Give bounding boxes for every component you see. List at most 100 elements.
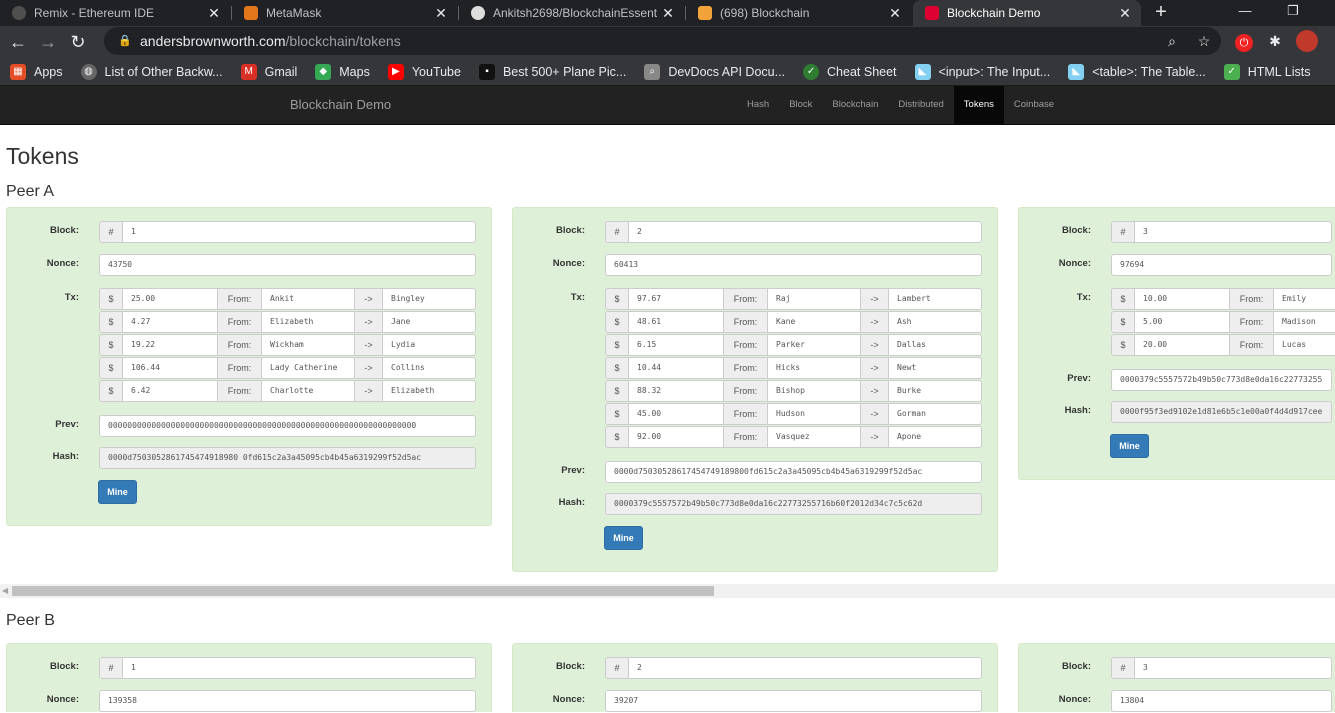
nav-hash[interactable]: Hash — [737, 86, 779, 124]
bookmark-apps[interactable]: ▦ Apps — [10, 63, 63, 80]
tx-amount-input[interactable]: 20.00 — [1134, 334, 1230, 356]
nonce-input[interactable]: 139358 — [99, 690, 476, 712]
tx-amount-input[interactable]: 10.00 — [1134, 288, 1230, 310]
extensions-puzzle-icon[interactable]: ✱ — [1262, 28, 1288, 54]
tx-amount-input[interactable]: 48.61 — [628, 311, 724, 333]
nonce-input[interactable]: 43750 — [99, 254, 476, 276]
tx-amount-input[interactable]: 6.42 — [122, 380, 218, 402]
tx-from-input[interactable]: Kane — [767, 311, 861, 333]
tx-from-input[interactable]: Hudson — [767, 403, 861, 425]
bookmark-youtube[interactable]: ▶ YouTube — [387, 63, 461, 80]
tx-amount-input[interactable]: 10.44 — [628, 357, 724, 379]
back-arrow-icon[interactable]: ← — [3, 27, 33, 57]
nonce-input[interactable]: 97694 — [1111, 254, 1332, 276]
tx-from-input[interactable]: Madison — [1273, 311, 1335, 333]
tx-to-input[interactable]: Newt — [888, 357, 982, 379]
close-icon[interactable]: ✕ — [1117, 5, 1133, 22]
profile-avatar[interactable] — [1294, 28, 1320, 54]
close-icon[interactable]: ✕ — [206, 5, 222, 22]
tx-amount-input[interactable]: 4.27 — [122, 311, 218, 333]
nav-block[interactable]: Block — [779, 86, 822, 124]
address-bar[interactable]: 🔒 andersbrownworth.com/blockchain/tokens… — [104, 27, 1221, 55]
mine-button[interactable]: Mine — [98, 480, 137, 504]
minimize-icon[interactable]: — — [1222, 0, 1268, 26]
adblock-extension-icon[interactable]: ⏻ — [1231, 28, 1257, 54]
browser-tab-github[interactable]: Ankitsh2698/BlockchainEssent ✕ — [459, 0, 684, 26]
bookmark-backwards[interactable]: ◍ List of Other Backw... — [80, 63, 223, 80]
tx-amount-input[interactable]: 92.00 — [628, 426, 724, 448]
nonce-input[interactable]: 39207 — [605, 690, 982, 712]
tx-to-input[interactable]: Bingley — [382, 288, 476, 310]
tx-to-input[interactable]: Lambert — [888, 288, 982, 310]
site-brand[interactable]: Blockchain Demo — [290, 86, 391, 124]
block-number-input[interactable]: 2 — [628, 657, 982, 679]
block-number-input[interactable]: 3 — [1134, 221, 1332, 243]
nonce-input[interactable]: 13804 — [1111, 690, 1332, 712]
bookmark-star-icon[interactable]: ☆ — [1193, 27, 1215, 55]
tx-from-input[interactable]: Elizabeth — [261, 311, 355, 333]
block-number-input[interactable]: 2 — [628, 221, 982, 243]
tx-to-input[interactable]: Gorman — [888, 403, 982, 425]
tx-from-input[interactable]: Ankit — [261, 288, 355, 310]
tx-amount-input[interactable]: 25.00 — [122, 288, 218, 310]
tx-from-input[interactable]: Vasquez — [767, 426, 861, 448]
bookmark-gmail[interactable]: M Gmail — [240, 63, 297, 80]
close-icon[interactable]: ✕ — [660, 5, 676, 22]
tx-from-input[interactable]: Lucas — [1273, 334, 1335, 356]
tx-to-input[interactable]: Elizabeth — [382, 380, 476, 402]
tx-amount-input[interactable]: 45.00 — [628, 403, 724, 425]
bookmark-maps[interactable]: ◆ Maps — [315, 63, 370, 80]
tx-to-input[interactable]: Apone — [888, 426, 982, 448]
browser-tab-blockchain-video[interactable]: (698) Blockchain ✕ — [686, 0, 911, 26]
tx-from-input[interactable]: Hicks — [767, 357, 861, 379]
new-tab-button[interactable]: + — [1152, 0, 1170, 26]
restore-icon[interactable]: ❐ — [1270, 0, 1316, 26]
forward-arrow-icon[interactable]: → — [33, 27, 63, 57]
tx-from-input[interactable]: Parker — [767, 334, 861, 356]
tx-from-input[interactable]: Wickham — [261, 334, 355, 356]
scrollbar-thumb[interactable] — [12, 586, 714, 596]
browser-tab-metamask[interactable]: MetaMask ✕ — [232, 0, 457, 26]
tx-to-input[interactable]: Ash — [888, 311, 982, 333]
tx-amount-input[interactable]: 106.44 — [122, 357, 218, 379]
browser-tab-remix[interactable]: Remix - Ethereum IDE ✕ — [0, 0, 230, 26]
block-number-input[interactable]: 3 — [1134, 657, 1332, 679]
prev-hash-input[interactable]: 0000000000000000000000000000000000000000… — [99, 415, 476, 437]
zoom-icon[interactable]: ⌕ — [1161, 27, 1183, 55]
tx-amount-input[interactable]: 88.32 — [628, 380, 724, 402]
tx-from-input[interactable]: Charlotte — [261, 380, 355, 402]
bookmark-devdocs[interactable]: ⌕ DevDocs API Docu... — [644, 63, 785, 80]
tx-from-input[interactable]: Emily — [1273, 288, 1335, 310]
tx-amount-input[interactable]: 19.22 — [122, 334, 218, 356]
mine-button[interactable]: Mine — [1110, 434, 1149, 458]
bookmark-html-lists[interactable]: ✓ HTML Lists — [1223, 63, 1310, 80]
bookmark-mdn-table[interactable]: ◣ <table>: The Table... — [1068, 63, 1206, 80]
bookmark-plane-pics[interactable]: ▪ Best 500+ Plane Pic... — [478, 63, 626, 80]
tx-from-input[interactable]: Bishop — [767, 380, 861, 402]
nav-distributed[interactable]: Distributed — [888, 86, 953, 124]
tx-from-input[interactable]: Raj — [767, 288, 861, 310]
block-number-input[interactable]: 1 — [122, 657, 476, 679]
close-icon[interactable]: ✕ — [433, 5, 449, 22]
tx-to-input[interactable]: Jane — [382, 311, 476, 333]
block-number-input[interactable]: 1 — [122, 221, 476, 243]
scroll-left-icon[interactable]: ◀ — [2, 584, 8, 598]
nav-coinbase[interactable]: Coinbase — [1004, 86, 1064, 124]
tx-to-input[interactable]: Burke — [888, 380, 982, 402]
bookmark-mdn-input[interactable]: ◣ <input>: The Input... — [914, 63, 1050, 80]
bookmark-cheat-sheet[interactable]: ✓ Cheat Sheet — [803, 63, 897, 80]
tx-from-input[interactable]: Lady Catherine — [261, 357, 355, 379]
tx-amount-input[interactable]: 6.15 — [628, 334, 724, 356]
nav-blockchain[interactable]: Blockchain — [822, 86, 888, 124]
tx-to-input[interactable]: Lydia — [382, 334, 476, 356]
nonce-input[interactable]: 60413 — [605, 254, 982, 276]
tx-amount-input[interactable]: 97.67 — [628, 288, 724, 310]
browser-tab-blockchain-demo[interactable]: Blockchain Demo ✕ — [913, 0, 1141, 26]
tx-to-input[interactable]: Collins — [382, 357, 476, 379]
nav-tokens[interactable]: Tokens — [953, 86, 1004, 124]
prev-hash-input[interactable]: 0000379c5557572b49b50c773d8e0da16c227732… — [1111, 369, 1332, 391]
reload-icon[interactable]: ↻ — [63, 27, 93, 57]
tx-to-input[interactable]: Dallas — [888, 334, 982, 356]
close-icon[interactable]: ✕ — [887, 5, 903, 22]
tx-amount-input[interactable]: 5.00 — [1134, 311, 1230, 333]
